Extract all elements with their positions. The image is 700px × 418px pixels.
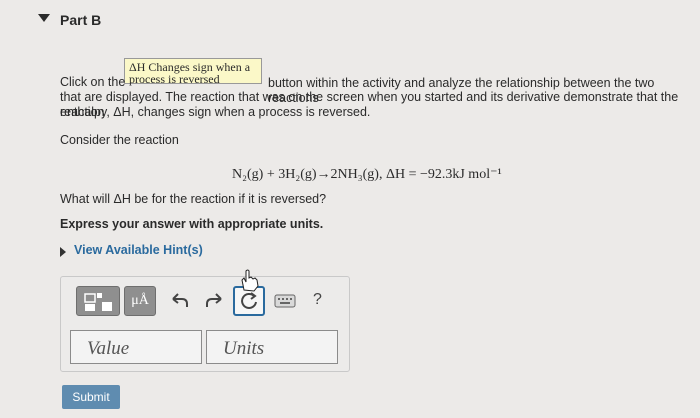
templates-button[interactable] (76, 286, 120, 316)
units-symbols-button[interactable]: μÅ (124, 286, 156, 316)
cursor-hand-icon (241, 269, 259, 292)
instructions-prefix: Click on the (60, 75, 126, 89)
hint-expand-icon[interactable] (60, 247, 66, 257)
units-input[interactable]: Units (206, 330, 338, 364)
collapse-caret-icon[interactable] (38, 14, 50, 22)
part-title: Part B (60, 12, 102, 28)
help-icon[interactable]: ? (313, 291, 322, 309)
consider-text: Consider the reaction (60, 133, 179, 147)
templates-icon (84, 293, 112, 311)
units-prompt: Express your answer with appropriate uni… (60, 217, 324, 231)
reaction-equation: N₂(g) + 3H₂(g)→2NH₃(g), ΔH = −92.3kJ mol… (232, 167, 502, 182)
activity-button[interactable]: ΔH Changes sign when a process is revers… (124, 58, 262, 85)
view-hints-link[interactable]: View Available Hint(s) (74, 243, 203, 257)
instructions-line3: enthalpy, ΔH, changes sign when a proces… (60, 105, 371, 119)
value-input[interactable]: Value (70, 330, 202, 364)
submit-button[interactable]: Submit (62, 385, 120, 409)
redo-icon[interactable] (204, 292, 224, 310)
undo-icon[interactable] (170, 292, 190, 310)
keyboard-icon[interactable] (274, 294, 296, 308)
question-text: What will ΔH be for the reaction if it i… (60, 192, 327, 206)
